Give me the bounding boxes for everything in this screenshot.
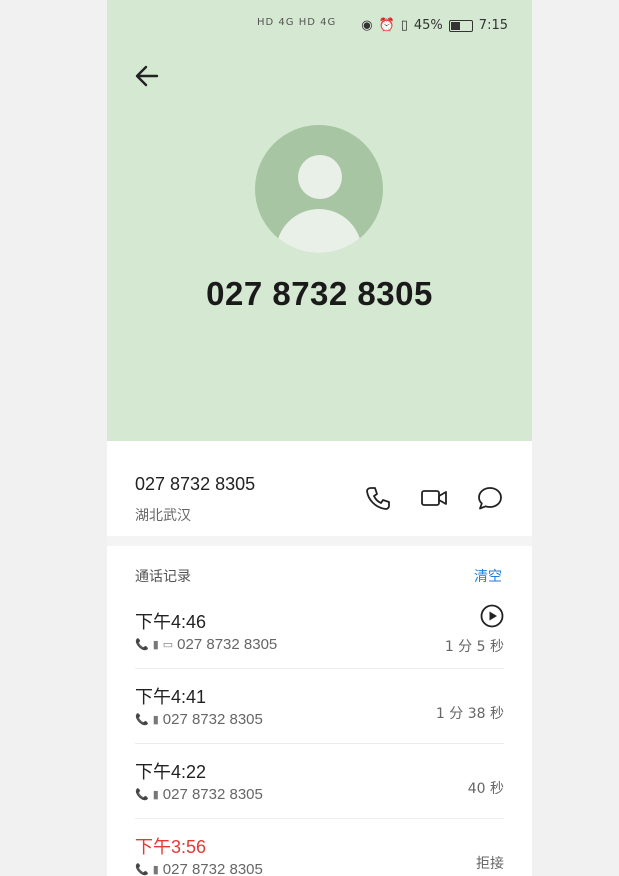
call-record-row[interactable]: 下午3:56 📞 ▮ 027 8732 8305 拒接: [135, 819, 504, 876]
call-type-icon: 📞: [135, 864, 149, 876]
eye-icon: ◉: [361, 18, 373, 33]
arrow-left-icon: [135, 65, 159, 87]
status-right: ◉ ⏰ ▯ 45% 7:15: [361, 18, 508, 33]
back-button[interactable]: [133, 62, 165, 94]
call-button[interactable]: [364, 484, 392, 512]
call-duration: 40 秒: [467, 781, 504, 797]
sim-card-icon: ▮: [152, 714, 159, 726]
call-record-row[interactable]: 下午4:41 📞 ▮ 027 8732 8305 1 分 38 秒: [135, 669, 504, 744]
sim-card-icon: ▮: [152, 639, 159, 651]
call-record-row[interactable]: 下午4:46 📞 ▮ ▭ 027 8732 8305 1 分 5 秒: [135, 594, 504, 669]
alarm-icon: ⏰: [378, 18, 395, 33]
vibrate-icon: ▯: [400, 18, 408, 33]
call-time: 下午3:56: [135, 837, 207, 857]
contact-number[interactable]: 027 8732 8305: [135, 474, 255, 495]
call-duration: 1 分 5 秒: [444, 639, 504, 655]
call-type-icon: 📞: [135, 639, 149, 651]
call-time: 下午4:41: [135, 687, 207, 707]
play-recording-icon[interactable]: [480, 604, 504, 628]
message-bubble-icon: [478, 487, 502, 510]
call-duration: 拒接: [476, 856, 504, 872]
contact-location: 湖北武汉: [135, 508, 191, 524]
sim-card-icon: ▮: [152, 864, 159, 876]
call-detail: 📞 ▮ ▭ 027 8732 8305: [135, 636, 277, 653]
page-title: 027 8732 8305: [206, 275, 433, 312]
call-detail: 📞 ▮ 027 8732 8305: [135, 711, 263, 728]
call-number: 027 8732 8305: [162, 786, 263, 803]
phone-screen: HD 4G HD 4G ◉ ⏰ ▯ 45% 7:15 027 8732 8305…: [107, 0, 532, 876]
avatar: [255, 125, 383, 253]
call-time: 下午4:22: [135, 762, 207, 782]
status-bar: HD 4G HD 4G ◉ ⏰ ▯ 45% 7:15: [107, 14, 532, 42]
call-number: 027 8732 8305: [162, 861, 263, 876]
video-call-button[interactable]: [420, 484, 448, 512]
call-number: 027 8732 8305: [177, 636, 278, 653]
message-button[interactable]: [476, 484, 504, 512]
contact-header: HD 4G HD 4G ◉ ⏰ ▯ 45% 7:15 027 8732 8305: [107, 0, 532, 441]
sim-card-icon: ▮: [152, 789, 159, 801]
call-record-row[interactable]: 下午4:22 📞 ▮ 027 8732 8305 40 秒: [135, 744, 504, 819]
call-type-icon: 📞: [135, 714, 149, 726]
call-type-icon: 📞: [135, 789, 149, 801]
avatar-body: [276, 209, 362, 253]
signal-indicators: HD 4G HD 4G: [257, 17, 337, 28]
clear-button[interactable]: 清空: [474, 566, 502, 586]
recording-icon: ▭: [162, 639, 174, 651]
call-number: 027 8732 8305: [162, 711, 263, 728]
clock: 7:15: [478, 18, 508, 33]
call-detail: 📞 ▮ 027 8732 8305: [135, 861, 263, 876]
contact-actions: [364, 484, 504, 512]
battery-percent: 45%: [413, 18, 443, 33]
avatar-head: [298, 155, 342, 199]
call-duration: 1 分 38 秒: [435, 706, 504, 722]
phone-icon: [366, 487, 390, 510]
call-time: 下午4:46: [135, 612, 207, 632]
contact-card: 027 8732 8305 湖北武汉: [107, 441, 532, 536]
call-history: 通话记录 清空 下午4:46 📞 ▮ ▭ 027 8732 8305 1 分 5…: [107, 546, 532, 876]
battery-icon: [448, 19, 473, 32]
call-history-title: 通话记录: [135, 569, 191, 585]
video-camera-icon: [421, 490, 447, 506]
call-detail: 📞 ▮ 027 8732 8305: [135, 786, 263, 803]
